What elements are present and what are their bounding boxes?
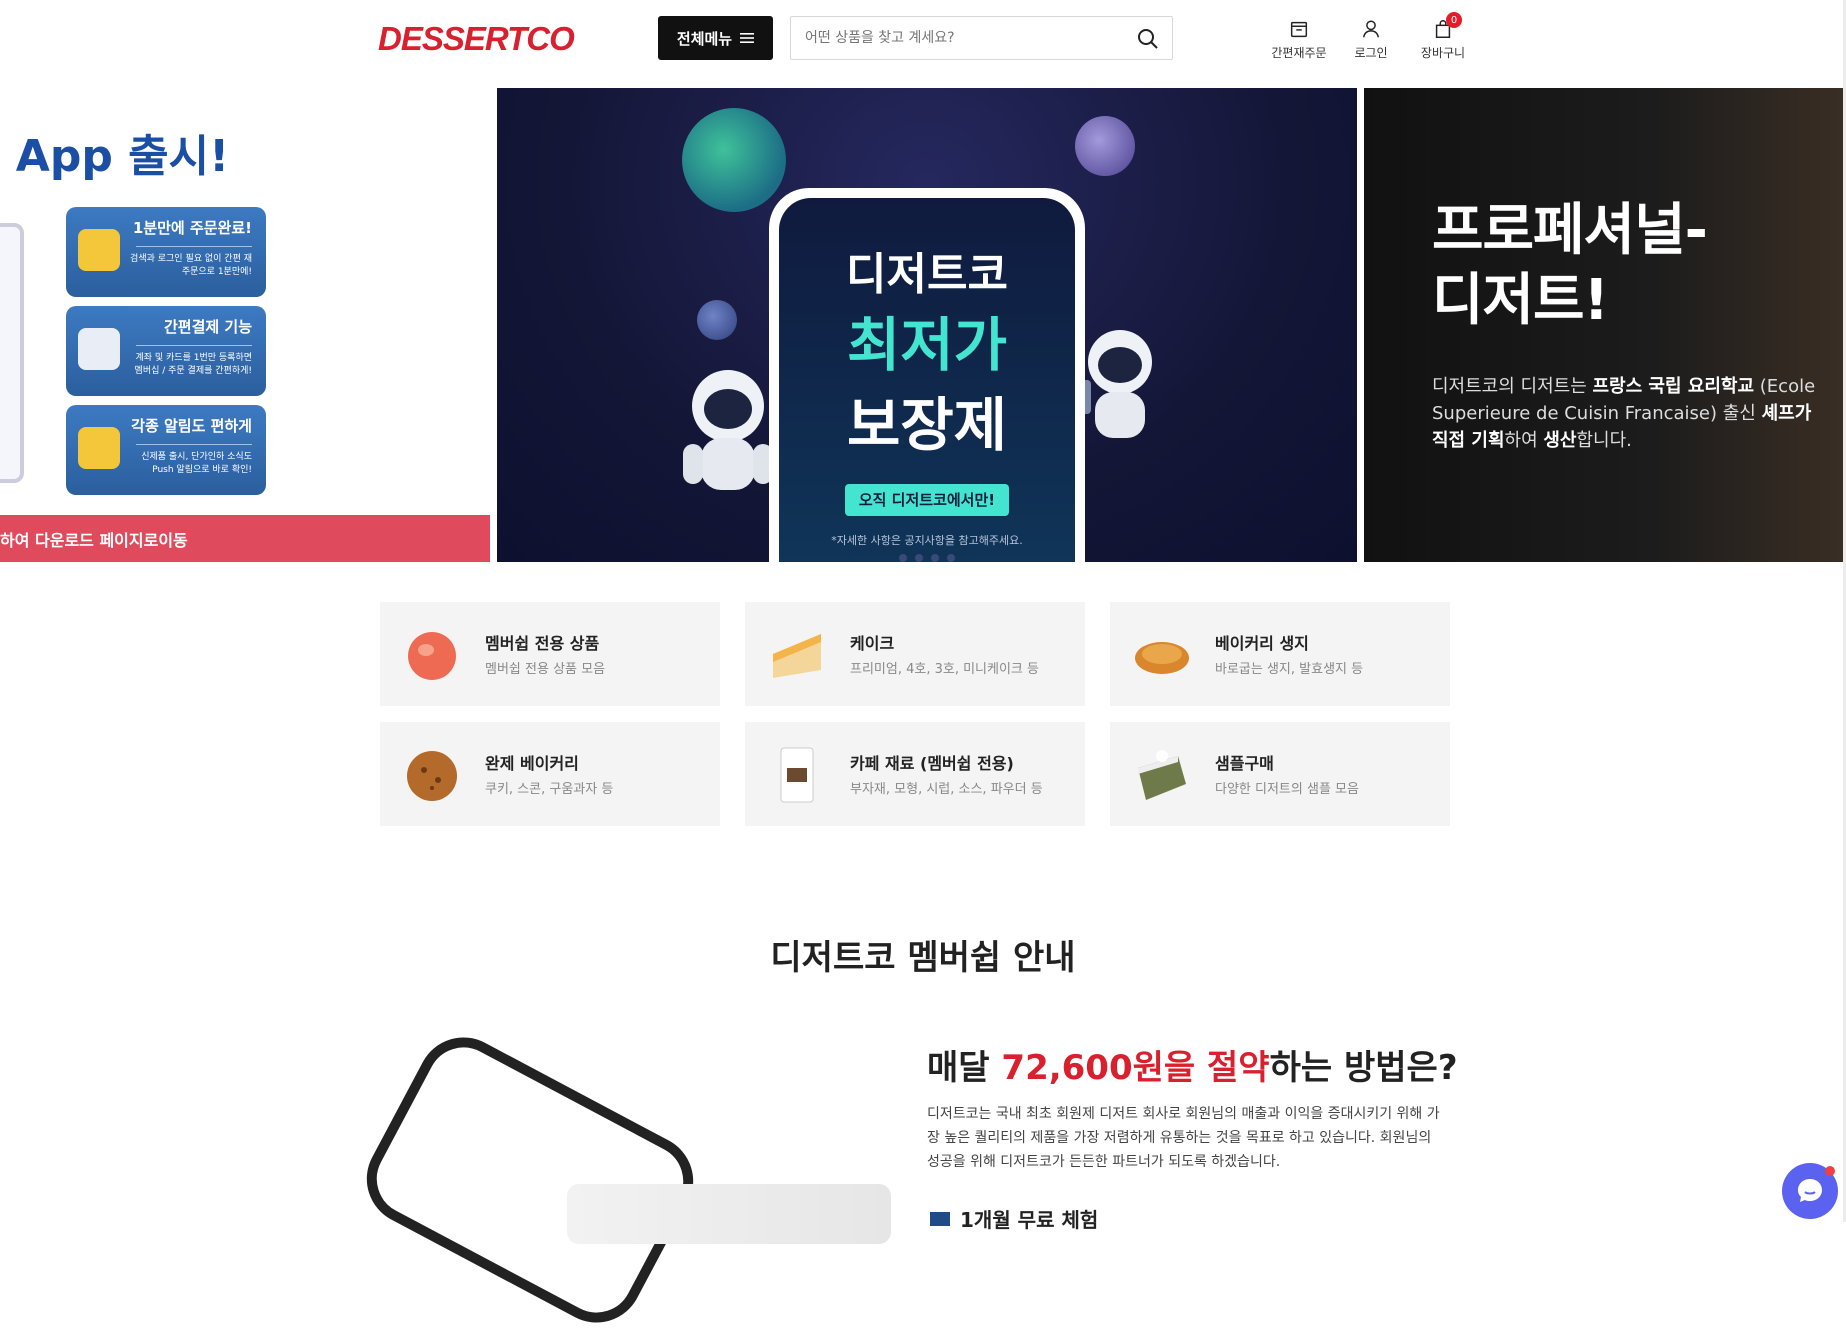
category-desc: 다양한 디저트의 샘플 모음 <box>1215 782 1359 797</box>
cart-illustration-icon <box>78 229 120 271</box>
app-launch-slide[interactable]: 코 App 출시! 1분만에 주문완료! 검색과 로그인 필요 없이 간편 재주… <box>0 88 490 562</box>
pouch-icon <box>780 747 814 803</box>
category-cake[interactable]: 케이크 프리미엄, 4호, 3호, 미니케이크 등 <box>745 602 1085 706</box>
category-name: 케이크 <box>850 634 895 653</box>
header-icons: 간편재주문 로그인 장바구니 0 <box>1270 12 1472 61</box>
search-box <box>790 16 1173 60</box>
matcha-cake-icon <box>1138 750 1186 800</box>
category-desc: 바로굽는 생지, 발효생지 등 <box>1215 662 1364 677</box>
phone-screen: 디저트코 최저가 보장제 오직 디저트코에서만! *자세한 사항은 공지사항을 … <box>779 198 1075 562</box>
site-header: DESSERTCO 전체메뉴 간편재주문 로그인 장바구니 0 <box>0 0 1846 86</box>
category-finished-bakery[interactable]: 완제 베이커리 쿠키, 스콘, 구움과자 등 <box>380 722 720 826</box>
feature-desc: 검색과 로그인 필요 없이 간편 재주문으로 1분만에! <box>130 254 252 277</box>
category-bakery-dough[interactable]: 베이커리 생지 바로굽는 생지, 발효생지 등 <box>1110 602 1450 706</box>
phone-image <box>0 223 24 483</box>
category-name: 멤버쉽 전용 상품 <box>485 634 600 653</box>
category-desc: 프리미엄, 4호, 3호, 미니케이크 등 <box>850 662 1039 677</box>
earth-planet <box>682 108 786 212</box>
purple-planet <box>1075 116 1135 176</box>
banner-line-1: 디저트코 <box>846 249 1008 300</box>
category-sample[interactable]: 샘플구매 다양한 디저트의 샘플 모음 <box>1110 722 1450 826</box>
cart-label: 장바구니 <box>1420 46 1466 60</box>
professional-dessert-slide[interactable]: 프로페셔널- 디저트! 디저트코의 디저트는 프랑스 국립 요리학교 (Ecol… <box>1364 88 1846 562</box>
login-button[interactable]: 로그인 <box>1342 18 1400 61</box>
feature-title: 각종 알림도 편하게 <box>131 417 252 435</box>
croissant-icon <box>1135 642 1189 674</box>
category-desc: 멤버쉽 전용 상품 모음 <box>485 662 606 677</box>
carousel-dot[interactable] <box>931 554 939 562</box>
category-cafe-supplies[interactable]: 카페 재료 (멤버쉽 전용) 부자재, 모형, 시럽, 소스, 파우더 등 <box>745 722 1085 826</box>
lowest-price-slide[interactable]: 디저트코 최저가 보장제 오직 디저트코에서만! *자세한 사항은 공지사항을 … <box>497 88 1357 562</box>
feature-notifications: 각종 알림도 편하게 신제품 출시, 단가인하 소식도 Push 알림으로 바로… <box>66 405 266 495</box>
category-name: 베이커리 생지 <box>1215 634 1309 653</box>
login-label: 로그인 <box>1354 46 1388 60</box>
logo[interactable]: DESSERTCO <box>378 20 575 58</box>
peach-icon <box>408 632 456 680</box>
cake-slice-icon <box>773 634 821 678</box>
membership-section-title: 디저트코 멤버쉽 안내 <box>770 938 1076 978</box>
astronaut-left <box>683 370 773 490</box>
only-dessertco-tag: 오직 디저트코에서만! <box>845 484 1009 516</box>
flag-icon <box>930 1211 950 1226</box>
professional-desc: 디저트코의 디저트는 프랑스 국립 요리학교 (Ecole Superieure… <box>1432 376 1816 451</box>
membership-card-image <box>567 1184 891 1244</box>
free-trial-heading: 1개월 무료 체험 <box>930 1204 1098 1233</box>
category-name: 완제 베이커리 <box>485 754 579 773</box>
quick-reorder-label: 간편재주문 <box>1271 46 1327 60</box>
category-desc: 쿠키, 스콘, 구움과자 등 <box>485 782 614 797</box>
chat-notification-dot <box>1825 1166 1835 1176</box>
membership-phone-image <box>350 1021 710 1339</box>
category-name: 카페 재료 (멤버쉽 전용) <box>850 754 1014 773</box>
chat-icon <box>1798 1179 1822 1202</box>
banner-line-2: 최저가 <box>846 311 1008 379</box>
carousel-dot[interactable] <box>899 554 907 562</box>
banner-carousel[interactable]: 코 App 출시! 1분만에 주문완료! 검색과 로그인 필요 없이 간편 재주… <box>0 88 1846 562</box>
feature-desc: 신제품 출시, 단가인하 소식도 Push 알림으로 바로 확인! <box>141 452 252 475</box>
search-icon[interactable] <box>1136 27 1160 51</box>
carousel-dot[interactable] <box>915 554 923 562</box>
membership-paragraph: 디저트코는 국내 최초 회원제 디저트 회사로 회원님의 매출과 이익을 증대시… <box>927 1106 1440 1170</box>
category-name: 샘플구매 <box>1215 754 1274 773</box>
professional-title: 프로페셔널- 디저트! <box>1432 196 1708 336</box>
professional-title-line2: 디저트! <box>1432 268 1609 333</box>
banner-line-3: 보장제 <box>846 391 1008 459</box>
bell-icon <box>78 427 120 469</box>
all-menu-label: 전체메뉴 <box>676 29 733 48</box>
download-link[interactable]: 하여 다운로드 페이지로이동 <box>0 515 490 562</box>
chat-button[interactable] <box>1782 1163 1838 1219</box>
user-icon <box>1362 20 1380 38</box>
hamburger-icon <box>740 33 755 43</box>
feature-quick-order: 1분만에 주문완료! 검색과 로그인 필요 없이 간편 재주문으로 1분만에! <box>66 207 266 297</box>
box-icon <box>1290 21 1308 38</box>
search-input[interactable] <box>805 27 1125 49</box>
category-membership[interactable]: 멤버쉽 전용 상품 멤버쉽 전용 상품 모음 <box>380 602 720 706</box>
professional-title-line1: 프로페셔널- <box>1432 198 1708 263</box>
category-desc: 부자재, 모형, 시럽, 소스, 파우더 등 <box>850 782 1043 797</box>
notice-note: *자세한 사항은 공지사항을 참고해주세요. <box>831 534 1023 547</box>
category-grid: 멤버쉽 전용 상품 멤버쉽 전용 상품 모음 케이크 프리미엄, 4호, 3호,… <box>380 602 1450 826</box>
all-menu-button[interactable]: 전체메뉴 <box>658 16 773 60</box>
quick-reorder-button[interactable]: 간편재주문 <box>1270 18 1328 61</box>
cookie-icon <box>407 751 457 801</box>
cart-count-badge: 0 <box>1446 12 1462 28</box>
feature-title: 1분만에 주문완료! <box>132 219 252 237</box>
small-planet <box>697 300 737 340</box>
membership-headline: 매달 72,600원을 절약하는 방법은? <box>927 1048 1458 1088</box>
carousel-dot[interactable] <box>947 554 955 562</box>
phone-pay-icon <box>78 328 120 370</box>
carousel-dots <box>779 554 1075 562</box>
cart-button[interactable]: 장바구니 0 <box>1414 12 1472 61</box>
feature-desc: 계좌 및 카드를 1번만 등록하면 멤버십 / 주문 결제를 간편하게! <box>134 353 252 376</box>
feature-easy-pay: 간편결제 기능 계좌 및 카드를 1번만 등록하면 멤버십 / 주문 결제를 간… <box>66 306 266 396</box>
phone-frame: 디저트코 최저가 보장제 오직 디저트코에서만! *자세한 사항은 공지사항을 … <box>769 188 1085 562</box>
feature-title: 간편결제 기능 <box>163 318 252 336</box>
app-launch-title: 코 App 출시! <box>0 131 230 182</box>
